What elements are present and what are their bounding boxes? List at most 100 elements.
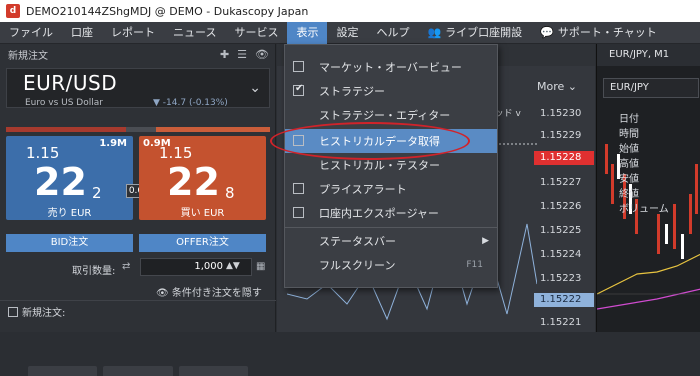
menu-icon[interactable]: ☰ (237, 48, 247, 61)
menu-item-label: フルスクリーン (319, 259, 396, 272)
price-tick: 1.15226 (540, 201, 582, 212)
menu-open-live-account[interactable]: 👥 ライブ口座開設 (418, 22, 531, 44)
buy-point: 8 (225, 184, 235, 202)
price-tick: 1.15223 (540, 273, 582, 284)
quantity-label: 取引数量: (72, 266, 116, 277)
menu-report[interactable]: レポート (102, 22, 164, 44)
new-order-checkbox[interactable] (8, 306, 18, 317)
sell-price-button[interactable]: 1.9M 1.15 22 2 売り EUR (6, 136, 133, 220)
ma-line-magenta (597, 288, 700, 310)
menu-settings[interactable]: 設定 (327, 22, 367, 44)
price-axis: 1.15230 1.15229 1.15228 1.15227 1.15226 … (534, 104, 595, 332)
app-logo-icon: d (6, 4, 20, 18)
new-order-toggle[interactable]: 新規注文: (8, 304, 65, 319)
instrument-selector[interactable]: EUR/USD Euro vs US Dollar ▼ -14.7 (-0.13… (6, 68, 270, 108)
order-type-tab[interactable] (28, 366, 98, 376)
menu-item-label: ストラテジー・エディター (319, 109, 451, 122)
order-type-tab[interactable] (103, 366, 173, 376)
menu-item-fullscreen[interactable]: フルスクリーン F11 (285, 253, 497, 277)
info-label: 安値 (619, 174, 639, 185)
swap-icon[interactable]: ⇄ (122, 261, 130, 272)
menu-item-strategies[interactable]: ストラテジー (285, 79, 497, 103)
eurjpy-chart-panel: EUR/JPY, M1 EUR/JPY 日付 時間 始値 高値 安値 終値 ボリ… (596, 44, 700, 332)
new-order-header: 新規注文 ✚ ☰ 👁 (0, 44, 275, 64)
price-tick: 1.15221 (540, 317, 582, 328)
order-type-tab[interactable] (178, 366, 248, 376)
divider (0, 300, 276, 301)
menu-item-exposure[interactable]: 口座内エクスポージャー (285, 201, 497, 225)
price-tick: 1.15229 (540, 130, 582, 141)
calculator-icon[interactable]: ▦ (256, 261, 265, 272)
quantity-row: 取引数量: ⇄ 1,000 ▲▼ ▦ (0, 258, 276, 278)
menu-support-chat-label: サポート・チャット (557, 25, 657, 39)
menu-item-market-overview[interactable]: マーケット・オーバービュー (285, 55, 497, 79)
quantity-stepper-icon[interactable]: ▲▼ (226, 261, 240, 271)
more-dropdown[interactable]: More ⌄ (537, 80, 577, 93)
new-order-title: 新規注文 (8, 50, 48, 62)
bid-order-button[interactable]: BID注文 (6, 234, 133, 252)
info-label: 終値 (619, 189, 639, 200)
menu-separator (285, 227, 497, 228)
shortcut-label: F11 (466, 260, 483, 270)
menu-item-label: ステータスバー (319, 235, 396, 248)
menu-news[interactable]: ニュース (164, 22, 225, 44)
menu-service[interactable]: サービス (225, 22, 287, 44)
market-overview-checkbox[interactable] (293, 61, 304, 72)
menu-help[interactable]: ヘルプ (367, 22, 418, 44)
hide-conditional-orders-label: 条件付き注文を隠す (171, 288, 262, 299)
offer-order-button[interactable]: OFFER注文 (139, 234, 266, 252)
sell-volume: 1.9M (99, 138, 127, 149)
menu-account[interactable]: 口座 (62, 22, 102, 44)
menu-item-label: 口座内エクスポージャー (319, 207, 439, 220)
price-tick: 1.15224 (540, 249, 582, 260)
menu-item-status-bar[interactable]: ステータスバー ▶ (285, 229, 497, 253)
buy-pips: 22 (167, 160, 220, 204)
price-alert-checkbox[interactable] (293, 183, 304, 194)
ask-price-tag: 1.15228 (534, 151, 594, 165)
eye-icon: 👁 (156, 288, 169, 299)
ma-line-yellow (597, 253, 700, 295)
more-label: More (537, 80, 565, 93)
instrument-change-value: -14.7 (-0.13%) (162, 98, 228, 108)
submenu-arrow-icon: ▶ (482, 236, 489, 246)
info-label: 高値 (619, 159, 639, 170)
instrument-description: Euro vs US Dollar (25, 98, 103, 108)
info-label: 始値 (619, 144, 639, 155)
menu-item-label: ストラテジー (319, 85, 385, 98)
chat-icon: 💬 (540, 25, 554, 39)
view-menu-dropdown: マーケット・オーバービュー ストラテジー ストラテジー・エディター ヒストリカル… (284, 44, 498, 288)
price-tick: 1.15227 (540, 177, 582, 188)
add-indicator-icon[interactable]: ✚ (220, 48, 229, 61)
menu-bar: ファイル 口座 レポート ニュース サービス 表示 設定 ヘルプ 👥 ライブ口座開… (0, 21, 700, 44)
sell-depth-bar (6, 127, 126, 132)
menu-file[interactable]: ファイル (0, 22, 62, 44)
exposure-checkbox[interactable] (293, 207, 304, 218)
price-tick: 1.15230 (540, 108, 582, 119)
ohlc-info: 日付 時間 始値 高値 安値 終値 ボリューム (619, 112, 669, 217)
hide-conditional-orders-link[interactable]: 👁 条件付き注文を隠す (156, 284, 262, 299)
instrument-pair: EUR/USD (23, 71, 118, 95)
price-tick: 1.15225 (540, 225, 582, 236)
buy-price-button[interactable]: 0.9M 1.15 22 8 買い EUR (139, 136, 266, 220)
highlight-annotation-circle (270, 122, 470, 160)
info-label: ボリューム (619, 204, 669, 215)
eurjpy-instrument-select[interactable]: EUR/JPY (603, 78, 699, 98)
chevron-down-icon[interactable]: ⌄ (249, 80, 261, 96)
buy-depth-bar (156, 127, 270, 132)
order-type-tabs (28, 366, 248, 376)
menu-view[interactable]: 表示 (287, 21, 328, 44)
window-title: DEMO210144ZShgMDJ @ DEMO - Dukascopy Jap… (26, 4, 309, 18)
menu-item-label: プライスアラート (319, 183, 407, 196)
info-label: 時間 (619, 129, 639, 140)
users-icon: 👥 (427, 25, 442, 39)
depth-bar (6, 127, 270, 132)
menu-support-chat[interactable]: 💬 サポート・チャット (531, 22, 666, 44)
bid-price-tag: 1.15222 (534, 293, 594, 307)
strategies-checkbox[interactable] (293, 83, 304, 96)
menu-item-price-alert[interactable]: プライスアラート (285, 177, 497, 201)
menu-open-live-account-label: ライブ口座開設 (445, 25, 523, 39)
info-label: 日付 (619, 114, 639, 125)
eurjpy-chart-title: EUR/JPY, M1 (597, 44, 700, 66)
sell-point: 2 (92, 184, 102, 202)
eye-icon[interactable]: 👁 (255, 48, 269, 61)
